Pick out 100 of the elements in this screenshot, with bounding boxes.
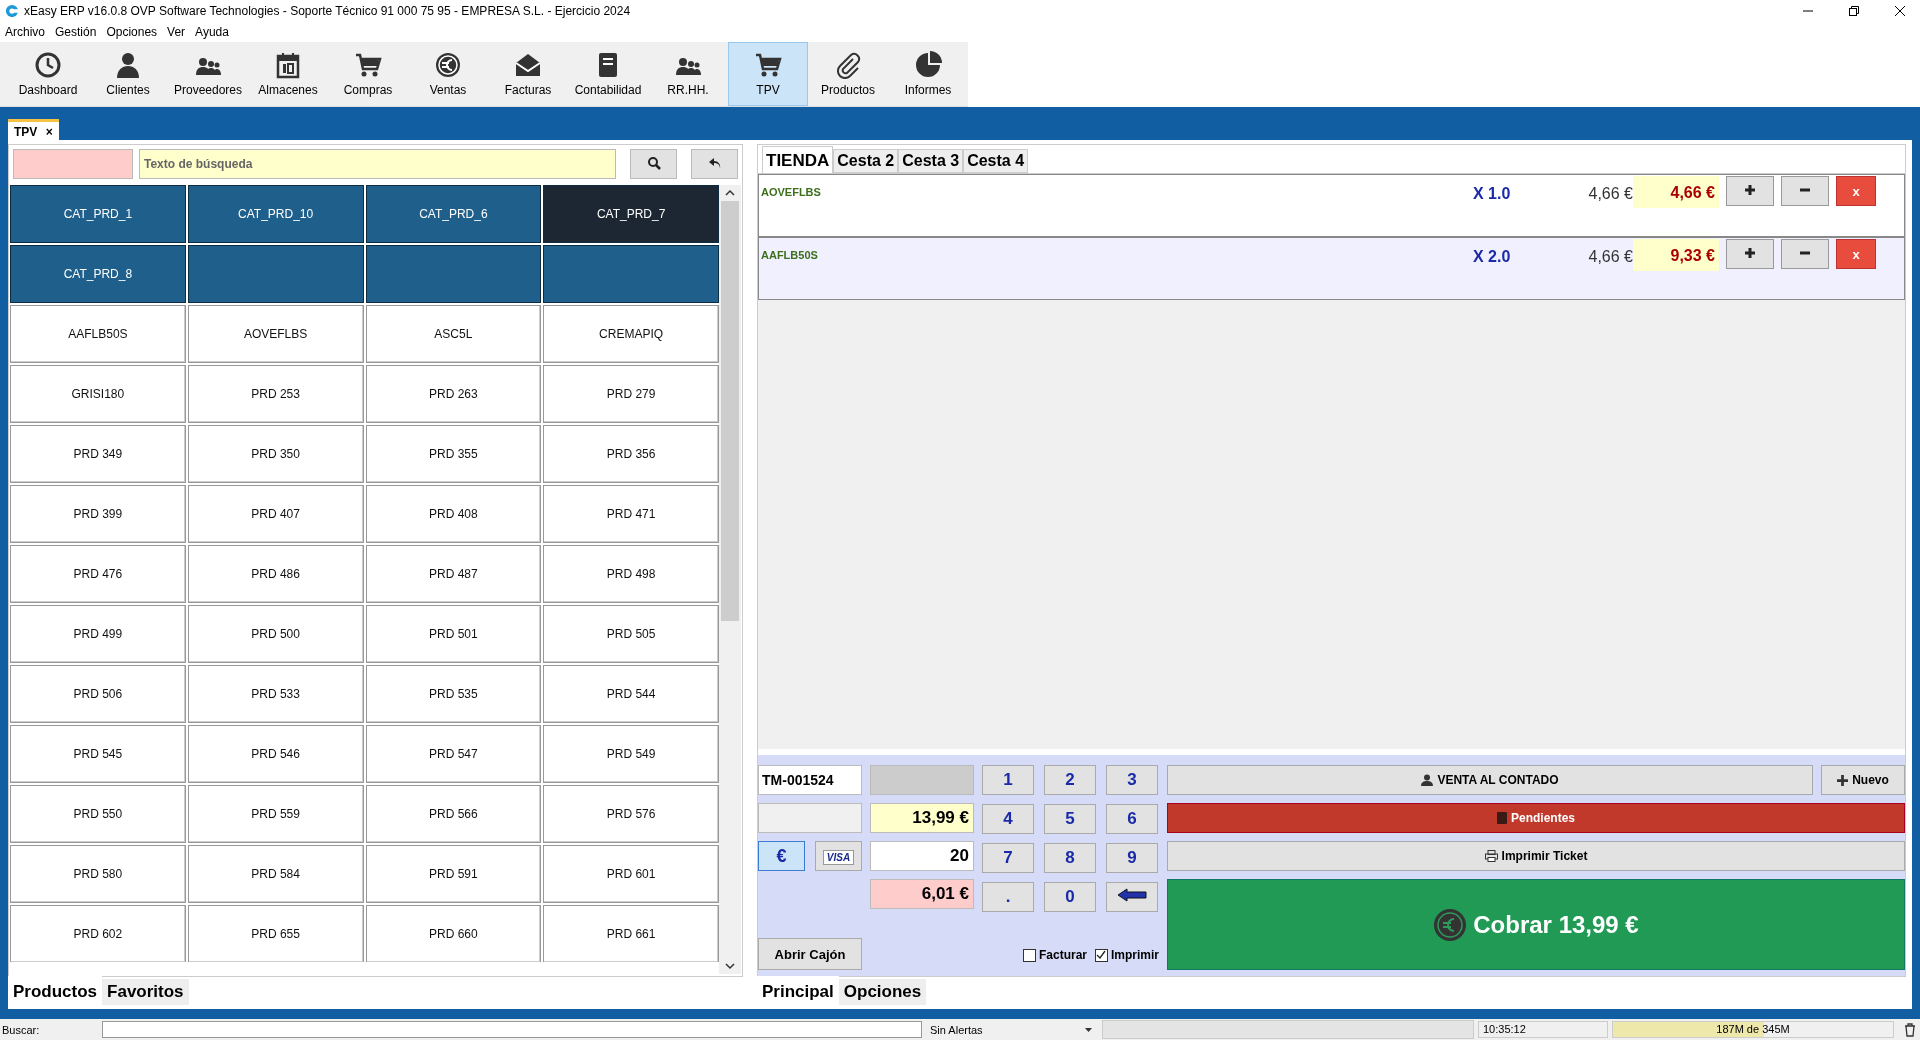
- product-button[interactable]: PRD 263: [365, 365, 542, 423]
- alerts-dropdown[interactable]: Sin Alertas: [922, 1023, 1102, 1036]
- product-button[interactable]: PRD 505: [543, 605, 719, 663]
- product-button[interactable]: PRD 549: [543, 725, 719, 783]
- toolbar-button[interactable]: Productos: [808, 42, 888, 106]
- product-button[interactable]: PRD 559: [187, 785, 364, 843]
- keypad-key[interactable]: 3: [1106, 765, 1158, 795]
- product-button[interactable]: PRD 545: [10, 725, 186, 783]
- toolbar-button[interactable]: Dashboard: [8, 42, 88, 106]
- product-button[interactable]: PRD 535: [365, 665, 542, 723]
- decrease-button[interactable]: [1781, 239, 1829, 269]
- remove-button[interactable]: x: [1836, 176, 1876, 206]
- keypad-key[interactable]: 2: [1044, 765, 1096, 795]
- product-button[interactable]: PRD 355: [365, 425, 542, 483]
- product-button[interactable]: PRD 566: [365, 785, 542, 843]
- keypad-key[interactable]: .: [982, 882, 1034, 912]
- toolbar-button[interactable]: Contabilidad: [568, 42, 648, 106]
- empty-field[interactable]: [758, 803, 862, 833]
- back-button[interactable]: [691, 149, 738, 179]
- remove-button[interactable]: x: [1836, 239, 1876, 269]
- product-button[interactable]: PRD 356: [543, 425, 719, 483]
- product-button[interactable]: PRD 591: [365, 845, 542, 903]
- panel-tab[interactable]: Opciones: [838, 979, 927, 1005]
- keypad-key[interactable]: 7: [982, 843, 1034, 873]
- panel-tab[interactable]: Favoritos: [102, 979, 189, 1005]
- product-button[interactable]: PRD 471: [543, 485, 719, 543]
- product-button[interactable]: PRD 660: [365, 905, 542, 962]
- category-button[interactable]: CAT_PRD_10: [187, 185, 364, 243]
- product-button[interactable]: PRD 476: [10, 545, 186, 603]
- product-button[interactable]: PRD 498: [543, 545, 719, 603]
- keypad-key[interactable]: 6: [1106, 804, 1158, 834]
- basket-tab[interactable]: TIENDA: [762, 146, 834, 173]
- status-search-field[interactable]: [102, 1021, 922, 1038]
- product-button[interactable]: PRD 399: [10, 485, 186, 543]
- product-button[interactable]: PRD 407: [187, 485, 364, 543]
- search-field[interactable]: Texto de búsqueda: [139, 149, 616, 179]
- category-button[interactable]: CAT_PRD_7: [543, 185, 719, 243]
- product-button[interactable]: PRD 501: [365, 605, 542, 663]
- new-button[interactable]: Nuevo: [1821, 765, 1905, 795]
- product-button[interactable]: PRD 500: [187, 605, 364, 663]
- document-tab[interactable]: TPV ×: [8, 119, 59, 140]
- search-button[interactable]: [630, 149, 677, 179]
- ticket-number-field[interactable]: TM-001524: [758, 765, 862, 795]
- trash-icon[interactable]: [1904, 1022, 1916, 1037]
- basket-tab[interactable]: Cesta 2: [833, 149, 899, 173]
- product-button[interactable]: PRD 533: [187, 665, 364, 723]
- decrease-button[interactable]: [1781, 176, 1829, 206]
- restore-icon[interactable]: [1848, 5, 1860, 17]
- product-button[interactable]: PRD 546: [187, 725, 364, 783]
- product-button[interactable]: GRISI180: [10, 365, 186, 423]
- keypad-key[interactable]: 8: [1044, 843, 1096, 873]
- product-button[interactable]: PRD 580: [10, 845, 186, 903]
- menu-item[interactable]: Ayuda: [195, 25, 229, 39]
- product-button[interactable]: PRD 584: [187, 845, 364, 903]
- toolbar-button[interactable]: Informes: [888, 42, 968, 106]
- basket-tab[interactable]: Cesta 4: [963, 149, 1029, 173]
- toolbar-button[interactable]: Proveedores: [168, 42, 248, 106]
- menu-item[interactable]: Archivo: [5, 25, 45, 39]
- keypad-key[interactable]: 5: [1044, 804, 1096, 834]
- card-button[interactable]: VISA: [815, 841, 862, 871]
- product-button[interactable]: PRD 408: [365, 485, 542, 543]
- category-button[interactable]: CAT_PRD_6: [365, 185, 542, 243]
- product-button[interactable]: ASC5L: [365, 305, 542, 363]
- toolbar-button[interactable]: RR.HH.: [648, 42, 728, 106]
- product-button[interactable]: PRD 550: [10, 785, 186, 843]
- code-field[interactable]: [13, 149, 133, 179]
- paid-field[interactable]: 20: [870, 841, 974, 871]
- toolbar-button[interactable]: Compras: [328, 42, 408, 106]
- product-button[interactable]: PRD 544: [543, 665, 719, 723]
- product-button[interactable]: PRD 499: [10, 605, 186, 663]
- product-button[interactable]: PRD 602: [10, 905, 186, 962]
- cash-button[interactable]: €: [758, 841, 805, 871]
- close-icon[interactable]: [1894, 5, 1906, 17]
- product-button[interactable]: AAFLB50S: [10, 305, 186, 363]
- category-button[interactable]: CAT_PRD_8: [10, 245, 186, 303]
- close-tab-button[interactable]: ×: [45, 125, 53, 139]
- basket-tab[interactable]: Cesta 3: [898, 149, 964, 173]
- charge-button[interactable]: Cobrar 13,99 €: [1167, 879, 1905, 970]
- product-button[interactable]: PRD 576: [543, 785, 719, 843]
- scrollbar[interactable]: [719, 185, 741, 974]
- menu-item[interactable]: Ver: [167, 25, 186, 39]
- open-drawer-button[interactable]: Abrir Cajón: [758, 938, 862, 970]
- scroll-down-icon[interactable]: [725, 962, 735, 970]
- product-button[interactable]: PRD 350: [187, 425, 364, 483]
- option-checkbox[interactable]: Imprimir: [1095, 948, 1159, 962]
- menu-item[interactable]: Gestión: [55, 25, 97, 39]
- backspace-button[interactable]: [1106, 882, 1158, 912]
- product-button[interactable]: PRD 349: [10, 425, 186, 483]
- keypad-key[interactable]: 1: [982, 765, 1034, 795]
- increase-button[interactable]: [1726, 239, 1774, 269]
- product-button[interactable]: PRD 506: [10, 665, 186, 723]
- print-ticket-button[interactable]: Imprimir Ticket: [1167, 841, 1905, 871]
- product-button[interactable]: PRD 547: [365, 725, 542, 783]
- product-button[interactable]: PRD 661: [543, 905, 719, 962]
- toolbar-button[interactable]: Almacenes: [248, 42, 328, 106]
- product-button[interactable]: CREMAPIQ: [543, 305, 719, 363]
- product-button[interactable]: PRD 655: [187, 905, 364, 962]
- customer-button[interactable]: VENTA AL CONTADO: [1167, 765, 1813, 795]
- keypad-key[interactable]: 4: [982, 804, 1034, 834]
- keypad-key[interactable]: 0: [1044, 882, 1096, 912]
